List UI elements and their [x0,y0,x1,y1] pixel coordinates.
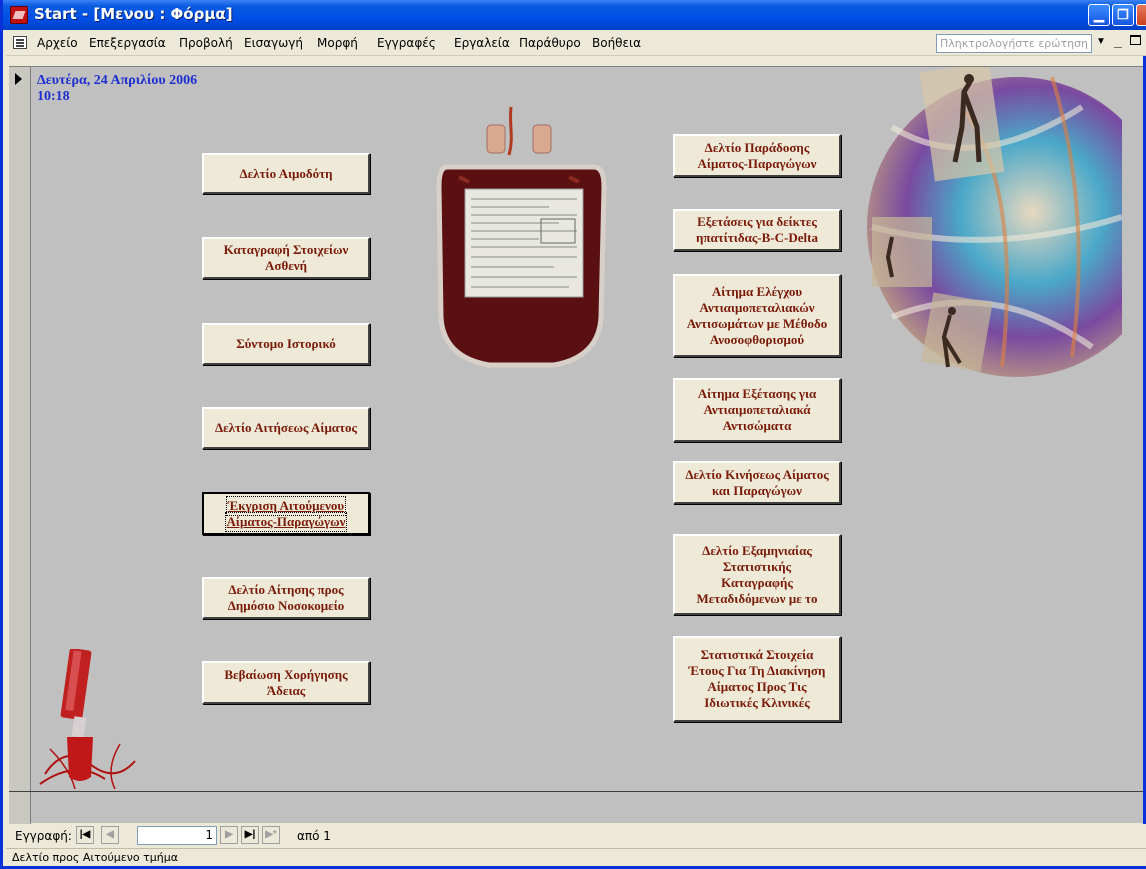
time-label: 10:18 [37,89,70,104]
menu-bar: Αρχείο Επεξεργασία Προβολή Εισαγωγή Μορφ… [6,30,1146,56]
status-text: Δελτίο προς Αιτούμενο τμήμα [12,851,178,864]
button-label-line-3: Καταγραφής [721,574,793,590]
button-label-line-1: Αίτημα Εξέτασης για [697,386,817,401]
button-label-line-3: Αντισωμάτων με Μέθοδο [686,315,828,331]
blood-bag-image [436,107,607,368]
hepatitis-tests-button[interactable]: Εξετάσεις για δείκτες ηπατίτιδας-B-C-Del… [673,209,841,251]
button-label-line-1: Εξετάσεις για δείκτες [697,214,817,229]
menu-records[interactable]: Εγγραφές [377,36,436,50]
restore-icon[interactable]: ❐ [1112,4,1134,26]
button-label: Σύντομο Ιστορικό [236,336,336,351]
access-window: Start - [Μενου : Φόρμα] ▁ ❐ Αρχείο Επεξε… [0,0,1146,869]
button-label-line-1: Βεβαίωση Χορήγησης [224,666,348,682]
button-label-line-1: Στατιστικά Στοιχεία [700,647,814,662]
title-bar[interactable]: Start - [Μενου : Φόρμα] ▁ ❐ [3,0,1146,30]
menu-file[interactable]: Αρχείο [37,36,78,50]
previous-record-icon[interactable]: ◀ [101,826,119,844]
button-label-line-2: Αντιαιμοπεταλιακών [699,299,815,315]
button-label-line-2: Δημόσιο Νοσοκομείο [227,598,345,613]
access-app-icon[interactable] [10,6,28,24]
blood-request-form-button[interactable]: Δελτίο Αιτήσεως Αίματος [202,407,370,449]
button-label: Δελτίο Αιμοδότη [239,165,333,181]
button-label-line-3: Αντισώματα [722,418,792,433]
last-record-icon[interactable]: ▶| [241,826,259,844]
annual-statistics-private-clinics-button[interactable]: Στατιστικά Στοιχεία Έτους Για Τη Διακίνη… [673,636,841,722]
blood-tube-image [39,649,136,790]
menu-format[interactable]: Μορφή [317,36,358,50]
button-label-line-1: Δελτίο Κινήσεως Αίματος [685,466,829,482]
button-label-line-2: και Παραγώγων [712,482,802,498]
menu-tools[interactable]: Εργαλεία [454,36,510,50]
button-label-line-1: Καταγραφή Στοιχείων [223,242,349,257]
globe-collage-image [867,67,1122,377]
approve-requested-blood-button[interactable]: Έκγριση Αιτούμενου Αίματος-Παραγώγων [202,492,370,535]
button-label-line-1: Έκγριση Αιτούμενου [225,495,347,516]
button-label-line-4: Ιδιωτικές Κλινικές [704,695,810,710]
new-record-icon[interactable]: ▶* [262,826,280,844]
first-record-icon[interactable]: |◀ [76,826,94,844]
button-label-line-2: Άδειας [266,682,306,698]
button-label-line-1: Δελτίο Παράδοσης [704,139,810,155]
leave-grant-certificate-button[interactable]: Βεβαίωση Χορήγησης Άδειας [202,661,370,704]
close-icon[interactable] [1136,4,1146,26]
button-label-line-2: Αντιαιμοπεταλιακά [703,402,811,417]
menu-insert[interactable]: Εισαγωγή [244,36,303,50]
form-footer-divider [9,791,1143,792]
date-label: Δευτέρα, 24 Απριλίου 2006 [37,73,198,88]
button-label-line-2: Ασθενή [265,258,307,273]
chevron-down-icon[interactable]: ▼ [1096,36,1106,47]
button-label-line-1: Δελτίο Αίτησης προς [228,582,344,597]
blood-movement-form-button[interactable]: Δελτίο Κινήσεως Αίματος και Παραγώγων [673,461,841,504]
ask-question-input[interactable]: Πληκτρολογήστε ερώτηση [936,34,1092,53]
menu-window[interactable]: Παράθυρο [519,36,581,50]
form-body: Δευτέρα, 24 Απριλίου 2006 10:18 Δελτίο Α… [9,66,1143,824]
button-label-line-3: Αίματος Προς Τις [707,679,807,694]
next-record-icon[interactable]: ▶ [220,826,238,844]
status-bar: Δελτίο προς Αιτούμενο τμήμα [6,848,1146,866]
button-label-line-2: Αίματος-Παραγώγων [697,155,817,171]
mdi-minimize-icon[interactable]: _ [1114,33,1122,49]
semiannual-statistics-button[interactable]: Δελτίο Εξαμηνιαίας Στατιστικής Καταγραφή… [673,534,841,615]
button-label-line-4: Μεταδιδόμενων με το [696,590,818,606]
patient-data-record-button[interactable]: Καταγραφή Στοιχείων Ασθενή [202,237,370,279]
record-count: από 1 [297,829,331,843]
current-record-arrow-icon [15,73,22,85]
record-selector[interactable] [9,67,31,824]
minimize-icon[interactable]: ▁ [1088,4,1110,26]
blood-donor-form-button[interactable]: Δελτίο Αιμοδότη [202,153,370,194]
antiplatelet-antibody-test-button[interactable]: Αίτημα Εξέτασης για Αντιαιμοπεταλιακά Αν… [673,378,841,442]
form-document-icon[interactable] [13,36,27,49]
short-history-button[interactable]: Σύντομο Ιστορικό [202,323,370,365]
public-hospital-request-button[interactable]: Δελτίο Αίτησης προς Δημόσιο Νοσοκομείο [202,577,370,619]
button-label-line-2: Στατιστικής [722,558,792,574]
button-label-line-2: Αίματος-Παραγώγων [224,511,348,532]
window-title: Start - [Μενου : Φόρμα] [34,5,233,23]
button-label: Δελτίο Αιτήσεως Αίματος [214,420,358,435]
button-label-line-1: Αίτημα Ελέγχου [711,283,803,299]
current-record-input[interactable]: 1 [137,826,217,845]
record-navigation-bar: Εγγραφή: |◀ ◀ 1 ▶ ▶| ▶* από 1 [6,824,1146,848]
menu-help[interactable]: Βοήθεια [592,36,641,50]
record-label: Εγγραφή: [15,829,72,843]
button-label-line-2: Έτους Για Τη Διακίνηση [688,663,826,678]
menu-view[interactable]: Προβολή [179,36,233,50]
button-label-line-2: ηπατίτιδας-B-C-Delta [696,230,818,245]
blood-delivery-form-button[interactable]: Δελτίο Παράδοσης Αίματος-Παραγώγων [673,134,841,177]
menu-edit[interactable]: Επεξεργασία [89,36,166,50]
button-label-line-1: Δελτίο Εξαμηνιαίας [702,542,812,558]
button-label-line-4: Ανοσοφθορισμού [709,331,805,347]
antiplatelet-antibody-control-button[interactable]: Αίτημα Ελέγχου Αντιαιμοπεταλιακών Αντισω… [673,274,841,357]
mdi-restore-icon[interactable] [1130,35,1141,45]
